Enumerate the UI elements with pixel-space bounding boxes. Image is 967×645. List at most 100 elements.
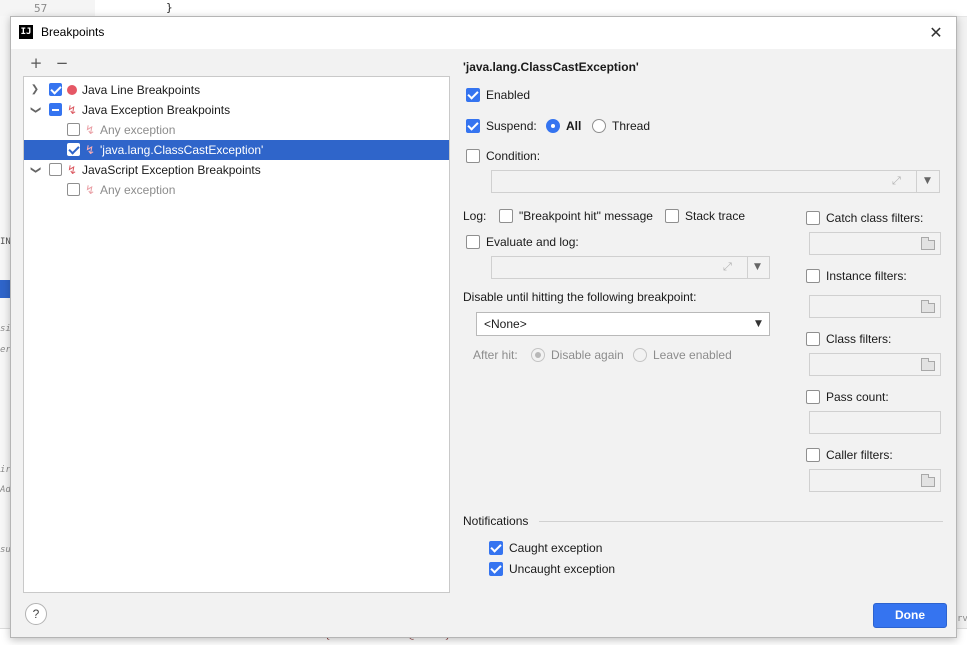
breakpoints-tree[interactable]: ❯ Java Line Breakpoints ❯ ↯ Java Excepti… [23,76,450,593]
tree-checkbox[interactable] [49,83,62,96]
breakpoint-heading: 'java.lang.ClassCastException' [463,60,639,74]
chevron-right-icon[interactable]: ❯ [29,80,41,100]
after-hit-leave-label: Leave enabled [653,348,732,362]
red-dot-icon [67,85,77,95]
after-hit-leave-radio[interactable] [633,348,647,362]
log-hit-message-checkbox[interactable] [499,209,513,223]
add-breakpoint-button[interactable]: + [28,55,44,71]
title-bar: IJ Breakpoints ✕ [11,17,956,49]
tree-item-label: Any exception [100,183,176,197]
line-number: 57 [34,2,48,15]
folder-icon[interactable] [921,474,935,487]
expand-icon[interactable]: ⤢ [892,174,901,188]
condition-checkbox[interactable] [466,149,480,163]
class-filters-label: Class filters: [826,332,892,346]
disable-until-label: Disable until hitting the following brea… [463,290,697,304]
expand-icon[interactable]: ⤢ [723,260,732,274]
tree-item-any-exception-js[interactable]: ↯ Any exception [24,180,449,200]
instance-filters-field[interactable] [809,295,941,318]
tree-checkbox[interactable] [49,163,62,176]
bg-fragment: rv [957,614,967,624]
remove-breakpoint-button[interactable]: − [54,55,70,71]
after-hit-disable-radio[interactable] [531,348,545,362]
dialog-title: Breakpoints [41,25,105,39]
lightning-icon: ↯ [67,163,78,177]
pass-count-field[interactable] [809,411,941,434]
help-button[interactable]: ? [25,603,47,625]
tree-item-label: Java Line Breakpoints [82,83,201,97]
suspend-checkbox[interactable] [466,119,480,133]
folder-icon[interactable] [921,300,935,313]
close-button[interactable]: ✕ [924,22,948,44]
folder-icon[interactable] [921,237,935,250]
tree-item-label: Java Exception Breakpoints [82,103,231,117]
chevron-down-icon[interactable]: ▼ [755,319,762,329]
editor-strip [0,0,967,17]
caught-exception-label: Caught exception [509,541,603,555]
enabled-checkbox[interactable] [466,88,480,102]
class-filters-checkbox[interactable] [806,332,820,346]
tree-item-java-line-breakpoints[interactable]: ❯ Java Line Breakpoints [24,80,449,100]
after-hit-disable-label: Disable again [551,348,624,362]
suspend-label: Suspend: [486,119,537,133]
lightning-icon: ↯ [67,103,78,117]
tree-item-any-exception[interactable]: ↯ Any exception [24,120,449,140]
pass-count-label: Pass count: [826,390,889,404]
catch-class-filters-field[interactable] [809,232,941,255]
caller-filters-checkbox[interactable] [806,448,820,462]
suspend-all-radio[interactable] [546,119,560,133]
lightning-icon: ↯ [85,143,96,157]
lightning-icon: ↯ [85,183,96,197]
tool-window-marker [0,280,10,298]
tree-item-label: 'java.lang.ClassCastException' [100,143,264,157]
caller-filters-field[interactable] [809,469,941,492]
caught-exception-checkbox[interactable] [489,541,503,555]
caller-filters-label: Caller filters: [826,448,893,462]
condition-field[interactable]: ⤢ ▼ [491,170,940,193]
folder-icon[interactable] [921,358,935,371]
chevron-down-icon[interactable]: ▼ [924,176,931,186]
tree-checkbox[interactable] [67,143,80,156]
evaluate-checkbox[interactable] [466,235,480,249]
done-button[interactable]: Done [873,603,947,628]
class-filters-field[interactable] [809,353,941,376]
tree-checkbox[interactable] [67,123,80,136]
notifications-label: Notifications [463,514,529,528]
tree-item-classcastexception[interactable]: ↯ 'java.lang.ClassCastException' [24,140,449,160]
disable-until-select[interactable]: <None> ▼ [476,312,770,336]
catch-class-filters-checkbox[interactable] [806,211,820,225]
stack-trace-label: Stack trace [685,209,746,223]
tree-checkbox[interactable] [67,183,80,196]
instance-filters-label: Instance filters: [826,269,907,283]
suspend-all-label: All [566,119,582,133]
evaluate-field[interactable]: ⤢ ▼ [491,256,770,279]
tree-item-java-exception-breakpoints[interactable]: ❯ ↯ Java Exception Breakpoints [24,100,449,120]
tree-item-label: JavaScript Exception Breakpoints [82,163,261,177]
uncaught-exception-checkbox[interactable] [489,562,503,576]
stack-trace-checkbox[interactable] [665,209,679,223]
condition-label: Condition: [486,149,541,163]
tree-checkbox[interactable] [49,103,62,116]
chevron-down-icon[interactable]: ❯ [25,164,45,176]
lightning-icon: ↯ [85,123,96,137]
log-label: Log: [463,209,487,223]
notifications-separator [539,521,943,522]
instance-filters-checkbox[interactable] [806,269,820,283]
enabled-label: Enabled [486,88,531,102]
disable-until-value: <None> [484,317,527,331]
log-hit-message-label: "Breakpoint hit" message [519,209,653,223]
code-brace: } [166,1,173,14]
pass-count-checkbox[interactable] [806,390,820,404]
catch-class-filters-label: Catch class filters: [826,211,924,225]
uncaught-exception-label: Uncaught exception [509,562,616,576]
after-hit-label: After hit: [473,348,518,362]
suspend-thread-radio[interactable] [592,119,606,133]
breakpoints-dialog: IJ Breakpoints ✕ + − ❯ Java Line Breakpo… [10,16,957,638]
chevron-down-icon[interactable]: ▼ [754,262,761,272]
evaluate-label: Evaluate and log: [486,235,579,249]
tree-item-javascript-exception-breakpoints[interactable]: ❯ ↯ JavaScript Exception Breakpoints [24,160,449,180]
tree-item-label: Any exception [100,123,176,137]
suspend-thread-label: Thread [612,119,651,133]
chevron-down-icon[interactable]: ❯ [25,104,45,116]
editor-gutter [0,0,95,16]
